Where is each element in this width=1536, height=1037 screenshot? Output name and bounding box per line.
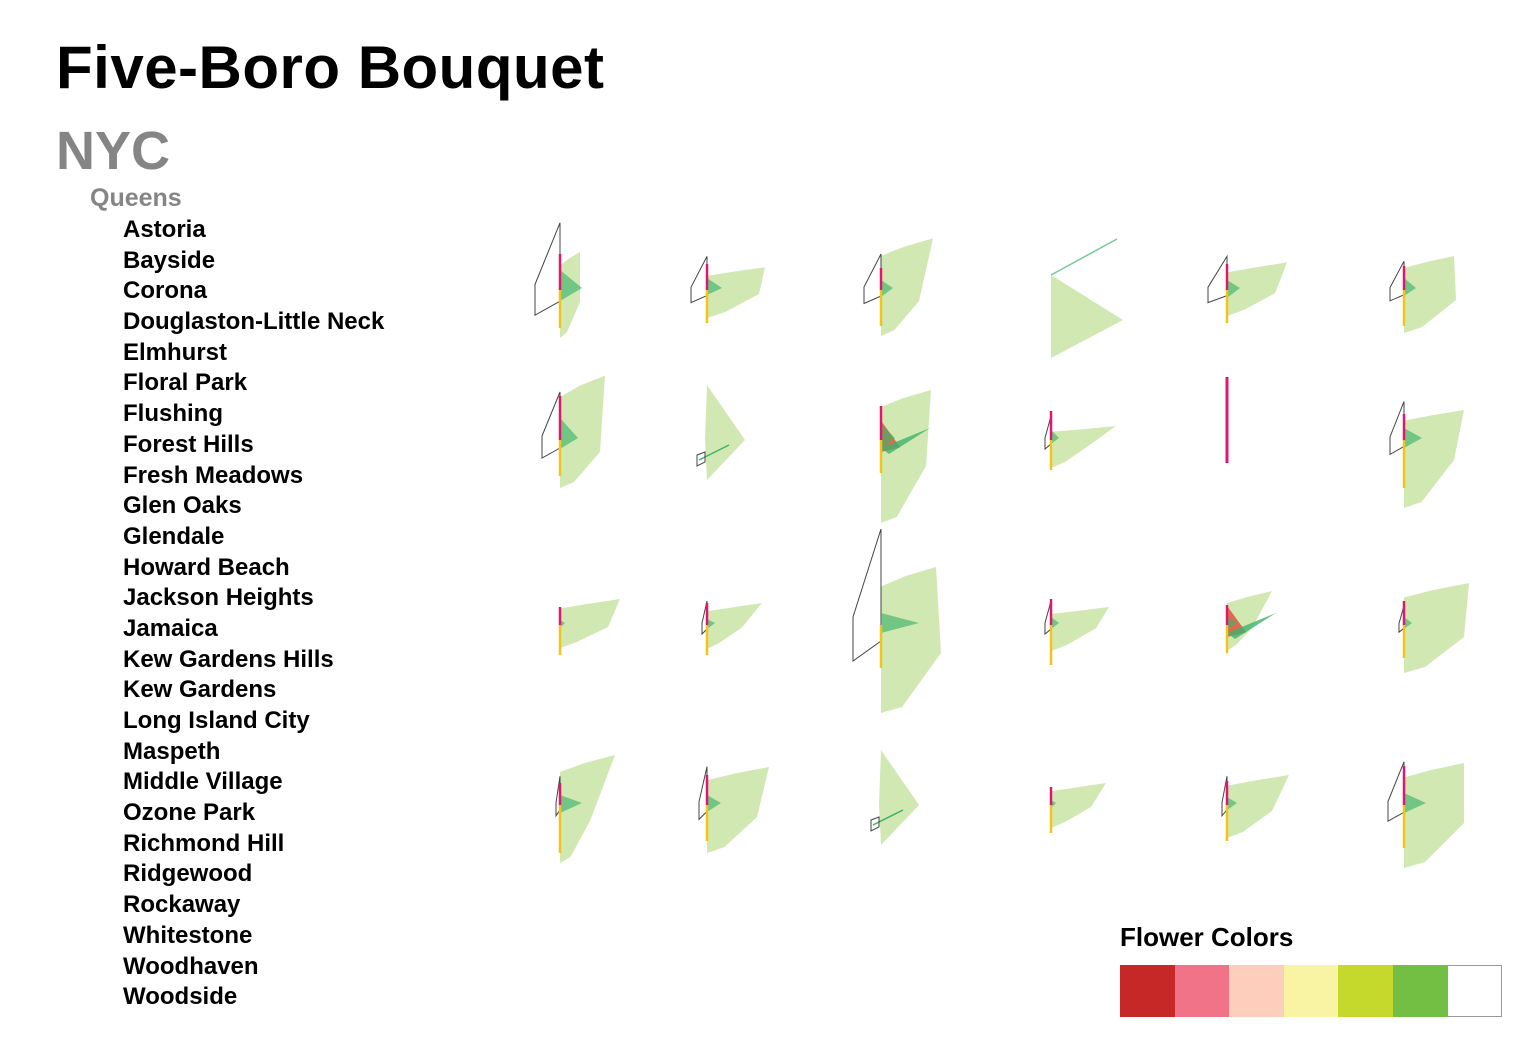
legend-swatch [1174, 965, 1229, 1017]
glyph-outline [863, 253, 882, 305]
glyph-leaf [1404, 410, 1464, 508]
flower-glyph [1398, 583, 1469, 673]
glyph-leaf [881, 390, 931, 523]
flower-glyph [701, 600, 762, 655]
glyph-leaf [1051, 275, 1123, 358]
glyph-outline [690, 256, 708, 304]
flower-glyph [696, 385, 745, 480]
legend-swatch [1447, 965, 1502, 1017]
glyph-outline [541, 391, 561, 459]
glyph-leaf [705, 385, 745, 480]
glyph-leaf [707, 767, 769, 853]
flower-glyph [879, 390, 931, 523]
flower-glyph [1389, 401, 1464, 508]
flower-glyph [852, 528, 941, 713]
glyph-leaf [879, 750, 919, 845]
flower-glyph [870, 750, 919, 845]
flower-glyph [1207, 254, 1287, 323]
glyph-outline [852, 528, 882, 662]
glyph-leaf [1404, 583, 1469, 673]
glyph-leaf [1051, 607, 1109, 651]
flower-glyph [1387, 761, 1464, 868]
legend-swatch [1338, 965, 1393, 1017]
flower-glyph [534, 222, 582, 338]
flower-glyph [1225, 591, 1276, 653]
legend-swatch [1229, 965, 1284, 1017]
glyph-outline [1387, 761, 1405, 823]
flower-glyph [1050, 238, 1123, 358]
glyph-leaf [707, 267, 765, 318]
glyph-leaf [1404, 763, 1464, 868]
flower-glyph [558, 599, 620, 655]
glyph-leaf [707, 603, 762, 649]
glyph-leaf [1404, 256, 1456, 333]
glyph-leaf [1051, 426, 1116, 468]
flower-glyph [698, 766, 769, 853]
flower-glyph [1049, 783, 1106, 833]
glyph-leaf [1227, 775, 1289, 838]
flower-glyph-grid [534, 222, 1469, 868]
glyph-outline [534, 222, 561, 317]
glyph-outline [1389, 401, 1405, 456]
glyph-spike [1050, 238, 1118, 276]
flower-glyph [1389, 256, 1456, 333]
glyph-outline [1389, 260, 1405, 302]
legend-swatch [1120, 965, 1175, 1017]
flower-glyph [863, 238, 933, 336]
glyph-leaf [560, 599, 620, 648]
legend-title: Flower Colors [1120, 922, 1294, 952]
flower-glyph [541, 375, 605, 488]
glyph-leaf [881, 567, 941, 713]
glyph-leaf [1051, 783, 1106, 828]
glyph-outline [1207, 254, 1228, 304]
flower-glyph [1044, 599, 1109, 665]
legend-swatch [1392, 965, 1447, 1017]
flower-glyph [555, 755, 615, 863]
flower-glyph [690, 256, 765, 323]
flower-glyph [1221, 775, 1289, 841]
flower-glyph [1044, 411, 1116, 470]
legend-swatches [1120, 965, 1502, 1017]
legend-swatch [1283, 965, 1338, 1017]
